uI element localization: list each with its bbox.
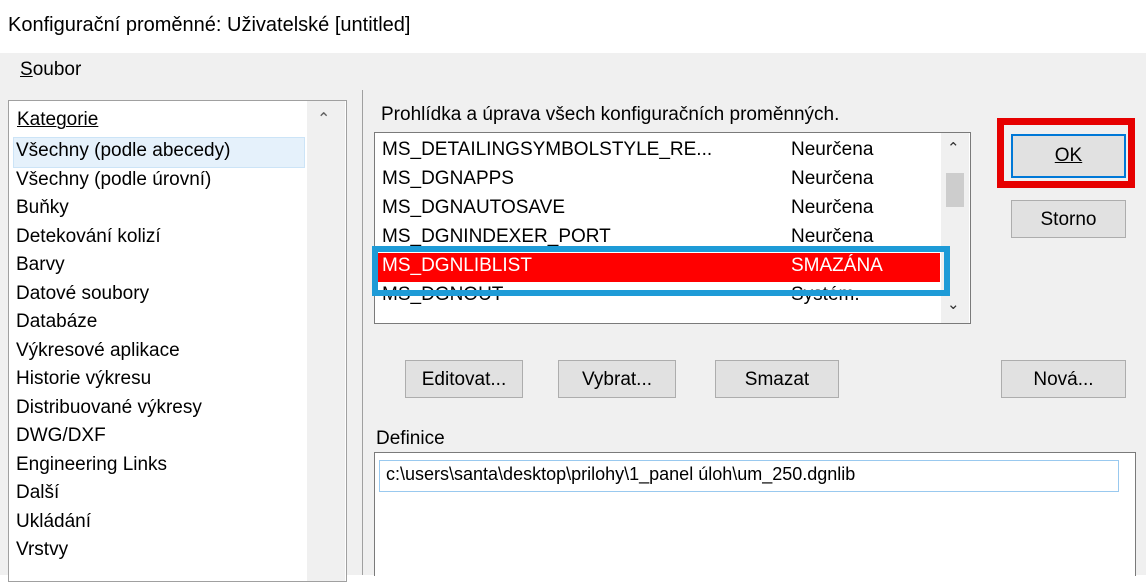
new-button[interactable]: Nová...: [1001, 360, 1126, 398]
category-item[interactable]: Detekování kolizí: [16, 223, 161, 250]
menu-bar: Soubor: [0, 52, 1146, 91]
category-list-header: Kategorie: [17, 109, 99, 130]
highlight-blue-box: [372, 246, 950, 296]
category-item[interactable]: Všechny (podle abecedy): [16, 137, 230, 164]
variables-description: Prohlídka a úprava všech konfiguračních …: [381, 104, 840, 125]
edit-button[interactable]: Editovat...: [405, 360, 523, 398]
menu-file[interactable]: Soubor: [20, 59, 81, 81]
category-item[interactable]: Všechny (podle úrovní): [16, 166, 211, 193]
variable-row[interactable]: MS_DGNAUTOSAVE Neurčena: [375, 195, 940, 224]
variable-name: MS_DGNAPPS: [382, 168, 514, 189]
category-item[interactable]: Historie výkresu: [16, 365, 151, 392]
variable-value: Neurčena: [791, 168, 874, 189]
category-item[interactable]: Datové soubory: [16, 280, 149, 307]
category-item[interactable]: Další: [16, 479, 59, 506]
category-list[interactable]: Kategorie Všechny (podle abecedy) Všechny…: [8, 100, 347, 582]
category-item[interactable]: DWG/DXF: [16, 422, 106, 449]
definition-value: c:\users\santa\desktop\prilohy\1_panel ú…: [386, 464, 856, 484]
select-button[interactable]: Vybrat...: [558, 360, 676, 398]
definition-label: Definice: [376, 428, 445, 449]
category-item[interactable]: Ukládání: [16, 508, 91, 535]
window-title: Konfigurační proměnné: Uživatelské [unti…: [8, 14, 411, 36]
category-item[interactable]: Výkresové aplikace: [16, 337, 180, 364]
category-item[interactable]: Engineering Links: [16, 451, 167, 478]
dialog-body: Kategorie Všechny (podle abecedy) Všechny…: [0, 90, 1146, 582]
variable-value: Neurčena: [791, 197, 874, 218]
category-scrollbar[interactable]: ⌃: [307, 101, 345, 581]
scrollbar-thumb[interactable]: [946, 173, 964, 207]
chevron-up-icon[interactable]: ⌃: [947, 139, 960, 157]
variable-row[interactable]: MS_DGNAPPS Neurčena: [375, 166, 940, 195]
cancel-button[interactable]: Storno: [1011, 200, 1126, 238]
category-item[interactable]: Vrstvy: [16, 536, 68, 563]
category-item[interactable]: Databáze: [16, 308, 97, 335]
category-item[interactable]: Barvy: [16, 251, 65, 278]
highlight-red-box: [997, 118, 1135, 188]
chevron-down-icon[interactable]: ⌄: [947, 295, 960, 313]
definition-box: c:\users\santa\desktop\prilohy\1_panel ú…: [374, 452, 1136, 576]
variable-name: MS_DGNAUTOSAVE: [382, 197, 566, 218]
variable-value: Neurčena: [791, 226, 874, 247]
variable-value: Neurčena: [791, 139, 874, 160]
category-item[interactable]: Distribuované výkresy: [16, 394, 202, 421]
variable-row[interactable]: MS_DETAILINGSYMBOLSTYLE_RE... Neurčena: [375, 137, 940, 166]
category-item[interactable]: Buňky: [16, 194, 69, 221]
definition-field[interactable]: c:\users\santa\desktop\prilohy\1_panel ú…: [379, 460, 1119, 492]
variable-name: MS_DGNINDEXER_PORT: [382, 226, 611, 247]
chevron-up-icon[interactable]: ⌃: [317, 109, 330, 129]
delete-button[interactable]: Smazat: [715, 360, 839, 398]
variable-name: MS_DETAILINGSYMBOLSTYLE_RE...: [382, 139, 713, 160]
